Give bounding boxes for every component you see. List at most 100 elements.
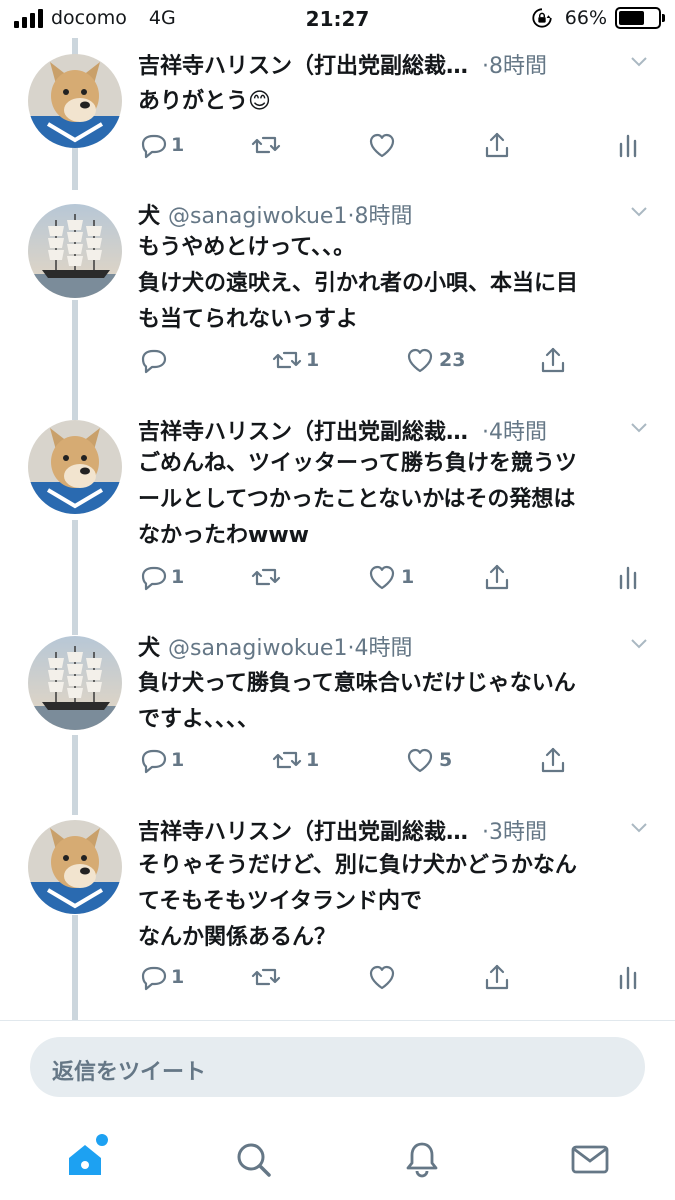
- reply-icon: [141, 749, 167, 774]
- retweet-icon: [272, 751, 302, 769]
- analytics-icon: [619, 566, 637, 590]
- like-button[interactable]: 1: [367, 562, 414, 592]
- share-icon: [485, 564, 509, 590]
- analytics-button[interactable]: [613, 962, 643, 992]
- battery-icon: [615, 7, 665, 29]
- tweet-text: もうやめとけって、、。 負け犬の遠吠え、引かれ者の小唄、本当に目 も当てられない…: [138, 235, 579, 332]
- tweet-time: ·8時間: [347, 204, 413, 229]
- reply-count: 1: [171, 749, 185, 771]
- tweet-text: 負け犬って勝負って意味合いだけじゃないん ですよ、、、、: [138, 671, 576, 732]
- tweet-time: ·4時間: [347, 636, 413, 661]
- retweet-icon: [251, 136, 281, 154]
- notifications-icon: [406, 1142, 438, 1178]
- share-button[interactable]: [482, 130, 512, 160]
- avatar[interactable]: [28, 204, 122, 298]
- notification-dot: [96, 1134, 108, 1146]
- reply-button[interactable]: 1: [137, 745, 184, 775]
- retweet-icon: [251, 568, 281, 586]
- chevron-down-icon[interactable]: [628, 816, 650, 838]
- retweet-button[interactable]: [251, 962, 285, 992]
- tab-bar: [0, 1120, 675, 1200]
- chevron-down-icon[interactable]: [628, 200, 650, 222]
- divider: [0, 1020, 675, 1021]
- reply-icon: [141, 966, 167, 991]
- tweet-time: ·3時間: [482, 820, 548, 845]
- retweet-count: 1: [306, 349, 320, 371]
- share-button[interactable]: [482, 562, 512, 592]
- chevron-down-icon[interactable]: [628, 50, 650, 72]
- retweet-count: 1: [306, 749, 320, 771]
- tweet-actions: 11: [0, 562, 675, 602]
- author-name[interactable]: 犬: [138, 204, 160, 229]
- share-button[interactable]: [482, 962, 512, 992]
- tweet-actions: 1 1 5: [0, 745, 675, 785]
- author-name[interactable]: 吉祥寺ハリスン（打出党副総裁…: [138, 820, 468, 845]
- tweet-time: ·8時間: [482, 54, 548, 79]
- like-icon: [369, 133, 395, 158]
- share-icon: [485, 132, 509, 158]
- like-count: 1: [401, 566, 415, 588]
- tweet-time: ·4時間: [482, 420, 548, 445]
- reply-input[interactable]: 返信をツイート: [30, 1037, 645, 1097]
- share-icon: [541, 347, 565, 373]
- reply-button[interactable]: 1: [137, 962, 184, 992]
- author-name[interactable]: 吉祥寺ハリスン（打出党副総裁…: [138, 420, 468, 445]
- chevron-down-icon[interactable]: [628, 632, 650, 654]
- tweet-text: そりゃそうだけど、別に負け犬かどうかなん てそもそもツイタランド内で なんか関係…: [138, 853, 577, 950]
- chevron-down-icon[interactable]: [628, 416, 650, 438]
- battery-percent: 66%: [564, 7, 607, 29]
- analytics-button[interactable]: [613, 130, 643, 160]
- author-name[interactable]: 吉祥寺ハリスン（打出党副総裁…: [138, 54, 468, 79]
- share-icon: [485, 964, 509, 990]
- author-name[interactable]: 犬: [138, 636, 160, 661]
- tweet-actions: 1: [0, 962, 675, 1002]
- retweet-icon: [251, 968, 281, 986]
- tweet-header: 犬 @sanagiwokue1·4時間: [138, 630, 658, 662]
- share-icon: [541, 747, 565, 773]
- like-count: 23: [439, 349, 466, 371]
- analytics-button[interactable]: [613, 562, 643, 592]
- reply-icon: [141, 566, 167, 591]
- reply-count: 1: [171, 134, 185, 156]
- tab-home[interactable]: [60, 1134, 110, 1184]
- avatar[interactable]: [28, 420, 122, 514]
- tweet-header: 吉祥寺ハリスン（打出党副総裁… ·4時間: [138, 414, 658, 446]
- analytics-icon: [619, 134, 637, 158]
- avatar[interactable]: [28, 636, 122, 730]
- author-handle[interactable]: @sanagiwokue1: [168, 636, 347, 661]
- share-button[interactable]: [538, 745, 568, 775]
- like-icon: [407, 348, 433, 373]
- retweet-icon: [272, 351, 302, 369]
- tweet-text: ごめんね、ツイッターって勝ち負けを競うツ ールとしてつかったことないかはその発想…: [138, 451, 577, 548]
- reply-button[interactable]: 1: [137, 562, 184, 592]
- like-button[interactable]: [367, 962, 401, 992]
- tab-notifications[interactable]: [397, 1134, 447, 1184]
- avatar[interactable]: [28, 820, 122, 914]
- search-icon: [237, 1143, 271, 1177]
- author-handle[interactable]: @sanagiwokue1: [168, 204, 347, 229]
- messages-icon: [571, 1145, 609, 1174]
- tab-search[interactable]: [228, 1134, 278, 1184]
- tab-messages[interactable]: [565, 1134, 615, 1184]
- retweet-button[interactable]: 1: [272, 745, 319, 775]
- retweet-button[interactable]: 1: [272, 345, 319, 375]
- tweet-header: 犬 @sanagiwokue1·8時間: [138, 198, 658, 230]
- like-button[interactable]: [367, 130, 401, 160]
- like-icon: [407, 748, 433, 773]
- tweet-header: 吉祥寺ハリスン（打出党副総裁… ·8時間: [138, 48, 658, 80]
- reply-button[interactable]: [137, 345, 171, 375]
- reply-button[interactable]: 1: [137, 130, 184, 160]
- reply-icon: [141, 349, 167, 374]
- share-button[interactable]: [538, 345, 568, 375]
- rotation-lock-icon: [532, 8, 552, 28]
- tweet-header: 吉祥寺ハリスン（打出党副総裁… ·3時間: [138, 814, 658, 846]
- reply-icon: [141, 134, 167, 159]
- tweet-text: ありがとう😊: [138, 89, 271, 114]
- status-bar: docomo 4G 21:27 66%: [0, 0, 675, 38]
- like-button[interactable]: 5: [405, 745, 452, 775]
- like-button[interactable]: 23: [405, 345, 465, 375]
- retweet-button[interactable]: [251, 130, 285, 160]
- retweet-button[interactable]: [251, 562, 285, 592]
- analytics-icon: [619, 966, 637, 990]
- reply-count: 1: [171, 566, 185, 588]
